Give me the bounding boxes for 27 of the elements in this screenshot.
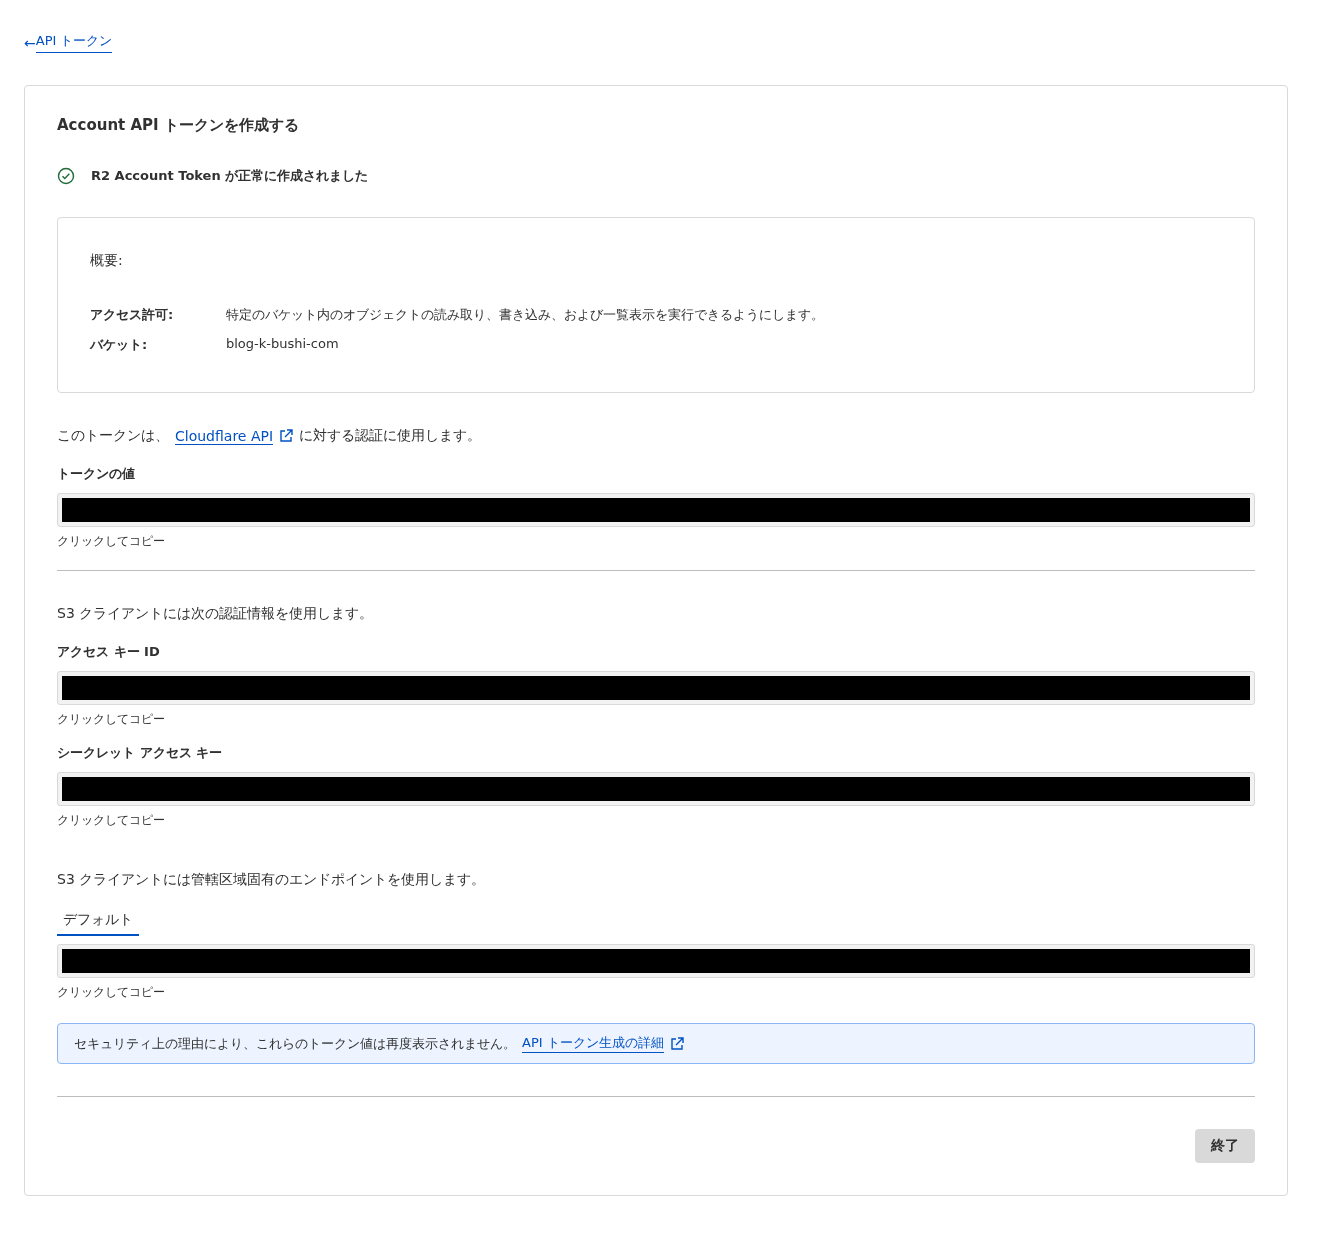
external-link-icon[interactable] — [669, 1036, 684, 1051]
intro-text: S3 クライアントには管轄区域固有のエンドポイントを使用します。 — [57, 871, 486, 889]
notice-text: セキュリティ上の理由により、これらのトークン値は再度表示されません。 — [74, 1034, 516, 1053]
intro-text: このトークンは、 — [57, 427, 169, 445]
intro-text: S3 クライアントには次の認証情報を使用します。 — [57, 605, 374, 623]
copy-hint: クリックしてコピー — [57, 711, 166, 728]
summary-heading: 概要: — [90, 252, 124, 270]
page-title: Account API トークンを作成する — [57, 116, 300, 135]
finish-button[interactable]: 終了 — [1195, 1129, 1255, 1163]
tab[interactable]: デフォルト — [57, 909, 139, 936]
summary-value: 特定のバケット内のオブジェクトの読み取り、書き込み、および一覧表示を実行できるようにします。 — [226, 306, 825, 324]
check-circle-icon — [57, 167, 75, 185]
success-message: R2 Account Token が正常に作成されました — [91, 167, 369, 185]
summary-label: バケット: — [90, 336, 149, 354]
field-label: シークレット アクセス キー — [57, 744, 224, 762]
back-link[interactable]: ←API トークン — [24, 32, 1288, 53]
intro-text: に対する認証に使用します。 — [299, 427, 482, 445]
copy-hint: クリックしてコピー — [57, 984, 166, 1001]
details-link[interactable]: API トークン生成の詳細 — [522, 1034, 664, 1053]
summary-label: アクセス許可: — [90, 306, 175, 324]
copy-hint: クリックしてコピー — [57, 533, 166, 550]
copy-hint: クリックしてコピー — [57, 812, 166, 829]
external-link-icon[interactable] — [279, 429, 294, 443]
field-label: アクセス キー ID — [57, 643, 161, 661]
field-label: トークンの値 — [57, 465, 136, 483]
summary-value: blog-k-bushi-com — [226, 336, 340, 353]
cloudflare-api-link[interactable]: Cloudflare API — [175, 427, 274, 445]
